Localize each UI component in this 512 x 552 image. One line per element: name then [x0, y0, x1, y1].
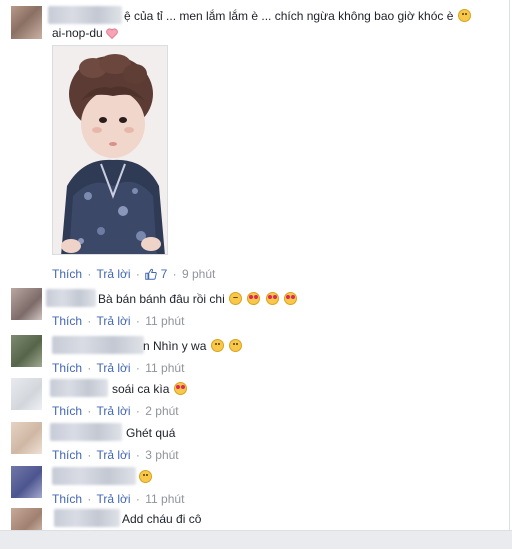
reply-actions: Thích · Trả lời · 11 phút	[52, 492, 184, 506]
smile-emoji-icon	[229, 339, 243, 352]
reply-time[interactable]: 3 phút	[145, 448, 178, 462]
reply-text: n Nhìn y wa	[143, 338, 243, 354]
reply-time[interactable]: 11 phút	[145, 314, 184, 328]
like-link[interactable]: Thích	[52, 361, 82, 375]
reply-link[interactable]: Trả lời	[96, 492, 130, 506]
like-link[interactable]: Thích	[52, 492, 82, 506]
avatar[interactable]	[11, 466, 42, 498]
comment-actions: Thích · Trả lời · 7 · 9 phút	[52, 267, 215, 281]
like-link[interactable]: Thích	[52, 267, 82, 281]
separator: ·	[87, 267, 92, 281]
bottom-scroll-bar[interactable]	[0, 530, 512, 549]
blurred-author-name[interactable]	[50, 379, 108, 397]
laughing-emoji-icon	[229, 292, 243, 305]
blurred-author-name[interactable]	[52, 336, 144, 354]
separator: ·	[135, 314, 140, 328]
baby-photo-image	[53, 46, 167, 254]
heart-eyes-emoji-icon	[284, 292, 298, 305]
separator: ·	[87, 492, 92, 506]
reply-text-content: Add cháu đi cô	[122, 512, 202, 526]
reply-time[interactable]: 11 phút	[145, 361, 184, 375]
avatar[interactable]	[11, 6, 42, 39]
blurred-author-name[interactable]	[52, 467, 136, 485]
heart-icon	[106, 28, 118, 39]
reply-link[interactable]: Trả lời	[96, 267, 130, 281]
reply-actions: Thích · Trả lời · 11 phút	[52, 314, 184, 328]
reply-link[interactable]: Trả lời	[96, 404, 130, 418]
blurred-author-name[interactable]	[48, 6, 122, 24]
reply-comment: soái ca kìa Thích · Trả lời · 2 phút	[0, 378, 509, 422]
reply-time[interactable]: 11 phút	[145, 492, 184, 506]
thumbs-up-icon[interactable]	[145, 268, 158, 280]
separator: ·	[135, 267, 140, 281]
reply-text-content: Ghét quá	[126, 426, 176, 440]
reply-link[interactable]: Trả lời	[96, 314, 130, 328]
separator: ·	[87, 448, 92, 462]
heart-eyes-emoji-icon	[173, 382, 187, 395]
reply-time[interactable]: 2 phút	[145, 404, 178, 418]
reply-text-content: n Nhìn y wa	[143, 339, 207, 353]
blurred-author-name[interactable]	[46, 289, 96, 307]
reply-text: Bà bán bánh đâu rồi chi	[98, 291, 298, 307]
comment-text-2: ai-nop-du	[52, 25, 118, 41]
separator: ·	[87, 404, 92, 418]
reply-actions: Thích · Trả lời · 11 phút	[52, 361, 184, 375]
avatar[interactable]	[11, 335, 42, 367]
separator: ·	[172, 267, 177, 281]
reply-text: Add cháu đi cô	[122, 511, 201, 527]
smile-emoji-icon	[457, 9, 471, 22]
comment-text-line1: ệ của tỉ ... men lắm lắm è ... chích ngừ…	[124, 9, 454, 23]
reply-text-content: soái ca kìa	[112, 382, 170, 396]
blurred-author-name[interactable]	[50, 423, 122, 441]
reply-comment: Thích · Trả lời · 11 phút	[0, 466, 509, 510]
attached-photo[interactable]	[52, 45, 168, 255]
comment-text-line2: ai-nop-du	[52, 26, 103, 40]
separator: ·	[135, 361, 140, 375]
comment-text: ệ của tỉ ... men lắm lắm è ... chích ngừ…	[124, 8, 472, 24]
reply-link[interactable]: Trả lời	[96, 448, 130, 462]
comment-time[interactable]: 9 phút	[182, 267, 215, 281]
like-count[interactable]: 7	[161, 267, 168, 281]
reply-text: Ghét quá	[126, 425, 175, 441]
separator: ·	[87, 361, 92, 375]
reply-comment: n Nhìn y wa Thích · Trả lời · 11 phút	[0, 335, 509, 379]
reply-comment: Ghét quá Thích · Trả lời · 3 phút	[0, 422, 509, 466]
reply-actions: Thích · Trả lời · 2 phút	[52, 404, 179, 418]
avatar[interactable]	[11, 378, 42, 410]
separator: ·	[135, 492, 140, 506]
page-border	[509, 0, 510, 548]
smile-emoji-icon	[139, 470, 152, 483]
avatar[interactable]	[11, 422, 42, 454]
like-link[interactable]: Thích	[52, 404, 82, 418]
smile-emoji-icon	[210, 339, 224, 352]
reply-text-content: Bà bán bánh đâu rồi chi	[98, 292, 225, 306]
reply-text: soái ca kìa	[112, 381, 188, 397]
separator: ·	[135, 404, 140, 418]
heart-eyes-emoji-icon	[265, 292, 279, 305]
reply-actions: Thích · Trả lời · 3 phút	[52, 448, 179, 462]
reply-link[interactable]: Trả lời	[96, 361, 130, 375]
main-comment: ệ của tỉ ... men lắm lắm è ... chích ngừ…	[0, 0, 509, 290]
like-link[interactable]: Thích	[52, 448, 82, 462]
reply-text	[138, 469, 153, 485]
reply-comment: Bà bán bánh đâu rồi chi Thích · Trả lời …	[0, 288, 509, 332]
like-link[interactable]: Thích	[52, 314, 82, 328]
avatar[interactable]	[11, 288, 42, 320]
blurred-author-name[interactable]	[54, 509, 120, 527]
separator: ·	[135, 448, 140, 462]
heart-eyes-emoji-icon	[247, 292, 261, 305]
separator: ·	[87, 314, 92, 328]
